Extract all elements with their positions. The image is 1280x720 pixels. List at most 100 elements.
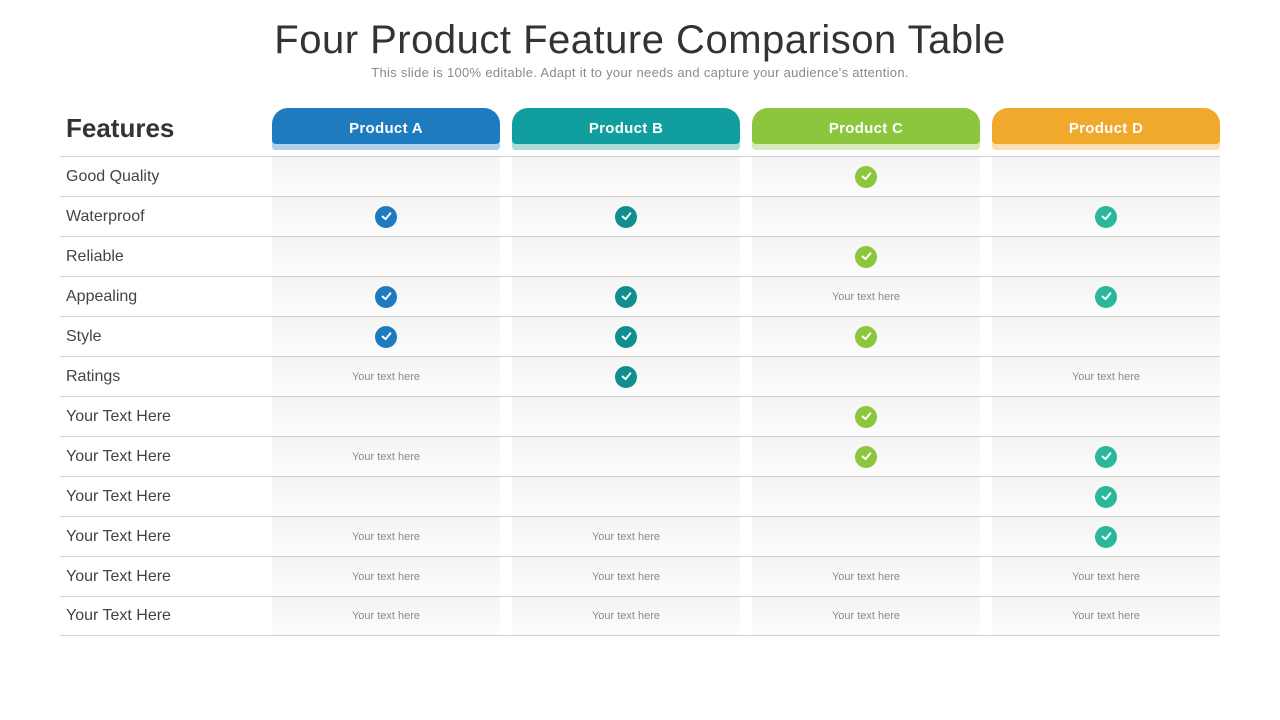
table-cell (992, 517, 1220, 556)
product-label: Product D (1069, 120, 1143, 137)
feature-label: Your Text Here (60, 568, 260, 586)
table-cell: Your text here (512, 517, 740, 556)
table-cell (272, 277, 500, 316)
table-cell: Your text here (512, 557, 740, 596)
table-body: Good Quality Waterproof Reliable Appealing Y… (60, 156, 1220, 636)
check-icon (615, 206, 637, 228)
table-cell (272, 197, 500, 236)
product-header-b: Product B (512, 108, 740, 150)
feature-label: Appealing (60, 288, 260, 306)
table-cell: Your text here (272, 517, 500, 556)
feature-label: Your Text Here (60, 607, 260, 625)
slide: Four Product Feature Comparison Table Th… (0, 0, 1280, 720)
table-cell: Your text here (512, 597, 740, 635)
table-row: Ratings Your text here Your text here (60, 356, 1220, 396)
table-cell (512, 277, 740, 316)
table-cell (992, 437, 1220, 476)
feature-label: Your Text Here (60, 528, 260, 546)
table-cell (512, 477, 740, 516)
table-cell (752, 397, 980, 436)
table-cell: Your text here (752, 597, 980, 635)
table-cell (512, 437, 740, 476)
table-cell (752, 157, 980, 196)
feature-label: Reliable (60, 248, 260, 266)
features-heading: Features (60, 113, 260, 150)
table-cell (512, 357, 740, 396)
table-row: Good Quality (60, 156, 1220, 196)
table-cell: Your text here (992, 557, 1220, 596)
check-icon (1095, 286, 1117, 308)
feature-label: Waterproof (60, 208, 260, 226)
slide-subtitle: This slide is 100% editable. Adapt it to… (60, 65, 1220, 80)
comparison-table: Features Product A Product B Product C P… (60, 108, 1220, 636)
table-cell (992, 157, 1220, 196)
check-icon (615, 366, 637, 388)
table-cell: Your text here (272, 357, 500, 396)
check-icon (375, 286, 397, 308)
feature-label: Your Text Here (60, 488, 260, 506)
table-cell (512, 197, 740, 236)
feature-label: Style (60, 328, 260, 346)
table-cell (752, 477, 980, 516)
product-label: Product C (829, 120, 903, 137)
table-row: Your Text Here Your text here Your text he… (60, 556, 1220, 596)
product-label: Product B (589, 120, 663, 137)
table-cell (512, 157, 740, 196)
check-icon (855, 326, 877, 348)
product-label: Product A (349, 120, 423, 137)
table-cell (992, 397, 1220, 436)
table-cell: Your text here (272, 557, 500, 596)
table-cell (992, 277, 1220, 316)
table-row: Waterproof (60, 196, 1220, 236)
product-header-c: Product C (752, 108, 980, 150)
table-cell (992, 317, 1220, 356)
table-cell (272, 397, 500, 436)
table-cell: Your text here (992, 357, 1220, 396)
feature-label: Your Text Here (60, 408, 260, 426)
table-row: Your Text Here (60, 396, 1220, 436)
check-icon (615, 326, 637, 348)
check-icon (1095, 526, 1117, 548)
table-cell: Your text here (752, 557, 980, 596)
check-icon (375, 326, 397, 348)
table-row: Your Text Here (60, 476, 1220, 516)
table-cell (992, 237, 1220, 276)
feature-label: Good Quality (60, 168, 260, 186)
table-cell (512, 397, 740, 436)
table-cell (992, 477, 1220, 516)
table-row: Style (60, 316, 1220, 356)
table-cell (752, 237, 980, 276)
table-cell (752, 517, 980, 556)
table-cell: Your text here (752, 277, 980, 316)
table-cell (272, 237, 500, 276)
product-header-d: Product D (992, 108, 1220, 150)
table-row: Your Text Here Your text here Your text he… (60, 516, 1220, 556)
slide-title: Four Product Feature Comparison Table (60, 18, 1220, 63)
table-row: Reliable (60, 236, 1220, 276)
check-icon (375, 206, 397, 228)
check-icon (855, 166, 877, 188)
table-row: Your Text HereYour text here (60, 436, 1220, 476)
table-row: Your Text Here Your text here Your text he… (60, 596, 1220, 636)
check-icon (855, 406, 877, 428)
table-cell (512, 317, 740, 356)
table-cell (272, 477, 500, 516)
table-cell: Your text here (272, 437, 500, 476)
table-header-row: Features Product A Product B Product C P… (60, 108, 1220, 150)
table-cell (752, 317, 980, 356)
table-cell (272, 317, 500, 356)
table-cell (752, 197, 980, 236)
table-cell (512, 237, 740, 276)
check-icon (1095, 206, 1117, 228)
table-cell (752, 357, 980, 396)
table-row: Appealing Your text here (60, 276, 1220, 316)
table-cell: Your text here (272, 597, 500, 635)
product-header-a: Product A (272, 108, 500, 150)
table-cell (272, 157, 500, 196)
table-cell (752, 437, 980, 476)
feature-label: Ratings (60, 368, 260, 386)
check-icon (615, 286, 637, 308)
check-icon (1095, 486, 1117, 508)
check-icon (855, 446, 877, 468)
check-icon (855, 246, 877, 268)
